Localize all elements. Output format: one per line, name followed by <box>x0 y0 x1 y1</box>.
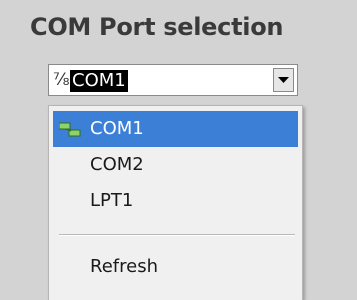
menu-item-com2[interactable]: COM2 <box>53 147 298 183</box>
chevron-down-icon <box>278 77 289 83</box>
combobox-value: COM1 <box>70 70 128 92</box>
menu-separator <box>59 234 295 236</box>
dropdown-menu: COM1 COM2 LPT1 Refresh <box>48 105 303 300</box>
menu-item-label: Refresh <box>90 256 158 277</box>
menu-item-label: COM1 <box>90 118 144 139</box>
menu-item-lpt1[interactable]: LPT1 <box>53 183 298 219</box>
dropdown-arrow-button[interactable] <box>273 68 294 92</box>
serial-port-icon <box>59 122 81 137</box>
menu-item-refresh[interactable]: Refresh <box>53 249 298 285</box>
com-port-combobox[interactable]: ⅞ COM1 <box>48 64 298 96</box>
io-icon: ⅞ <box>53 70 70 90</box>
menu-item-label: COM2 <box>90 154 144 175</box>
page-title: COM Port selection <box>30 13 284 41</box>
menu-item-label: LPT1 <box>90 190 134 211</box>
menu-item-com1[interactable]: COM1 <box>53 111 298 147</box>
